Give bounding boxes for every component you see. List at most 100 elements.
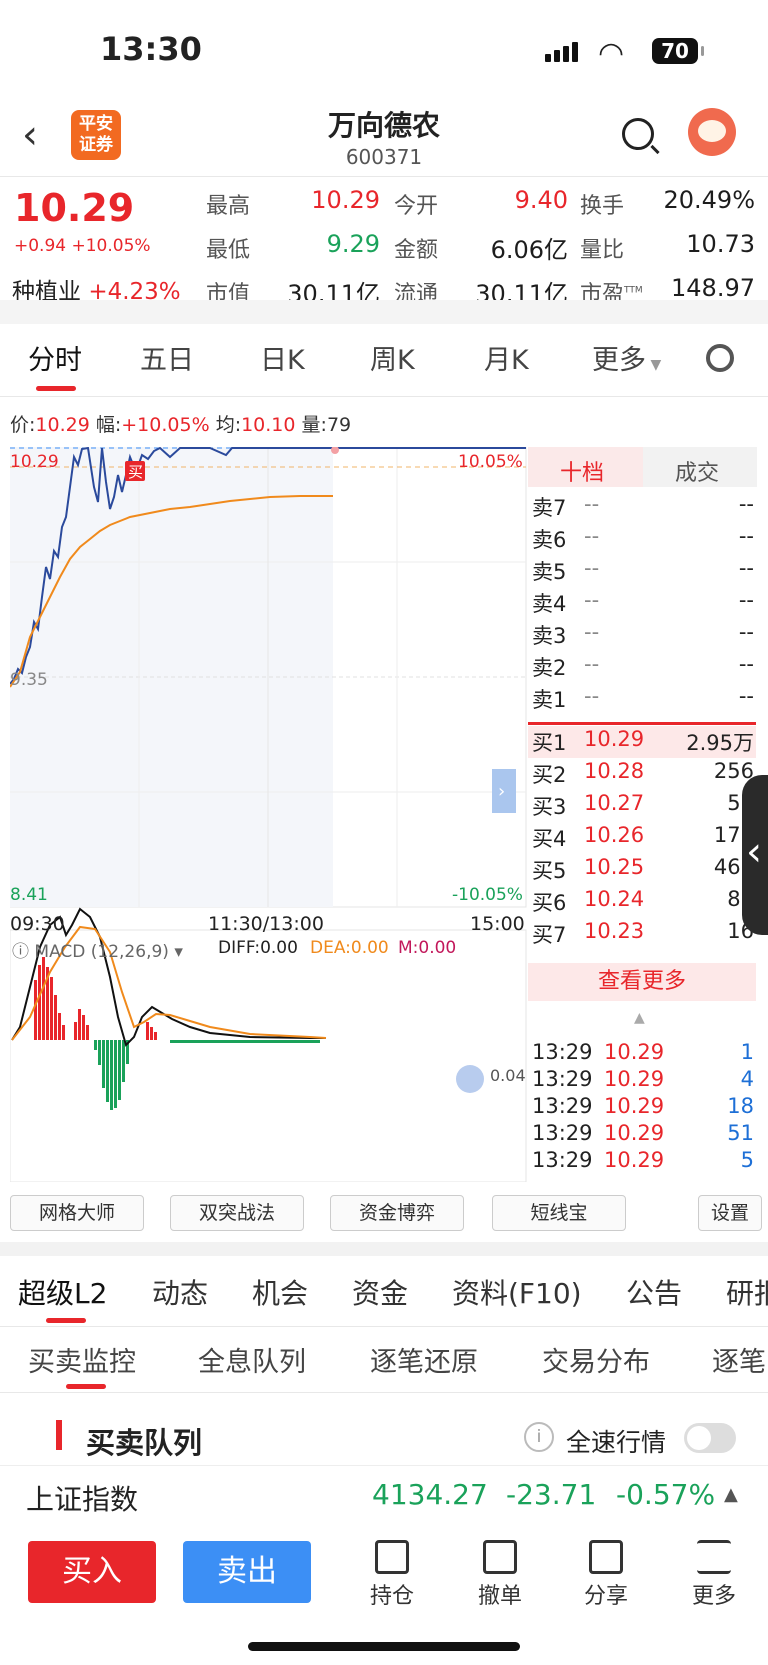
bid-row-price: 10.26 (584, 823, 645, 847)
tab-f10[interactable]: 资料(F10) (452, 1272, 582, 1312)
tab-trade-monitor[interactable]: 买卖监控 (28, 1340, 136, 1379)
macd-m: M:0.00 (398, 938, 457, 958)
ask-row-volume: -- (738, 620, 754, 644)
tab-research[interactable]: 研报 (726, 1272, 768, 1312)
tab-ten-levels[interactable]: 十档 (560, 455, 604, 487)
share-icon (589, 1540, 623, 1574)
tab-trades[interactable]: 成交 (675, 455, 719, 487)
tool-settings[interactable]: 设置 (698, 1195, 762, 1231)
intraday-chart[interactable]: 买 › (10, 447, 527, 1182)
bid-row: 买7 10.23 16 (532, 919, 756, 951)
ask-row: 卖3 -- -- (532, 620, 756, 652)
axis-top-left: 10.29 (10, 452, 59, 472)
vol-ratio-value: 10.73 (686, 230, 755, 258)
svg-text:买: 买 (128, 463, 143, 481)
tab2-indicator (46, 1318, 86, 1323)
avatar[interactable] (688, 108, 736, 156)
holdings-button[interactable]: 持仓 (352, 1540, 432, 1610)
collapse-icon[interactable]: ▲ (634, 1010, 645, 1026)
index-value: 4134.27 (372, 1478, 488, 1511)
trade-row-label: 13:29 (532, 1040, 593, 1064)
trade-row-label: 13:29 (532, 1094, 593, 1118)
time-start: 09:30 (10, 913, 65, 935)
tool-fund-game[interactable]: 资金博弈 (330, 1195, 464, 1231)
trade-row: 13:29 10.29 5 (532, 1148, 756, 1175)
trade-row-price: 10.29 (604, 1121, 665, 1145)
tab-announcements[interactable]: 公告 (626, 1272, 682, 1312)
svg-text:›: › (498, 781, 505, 802)
trade-row-volume: 1 (740, 1040, 754, 1064)
tab-intraday[interactable]: 分时 (28, 338, 82, 377)
trade-row: 13:29 10.29 51 (532, 1121, 756, 1148)
section-title: 买卖队列 (86, 1426, 203, 1460)
high-label: 最高 (206, 194, 251, 219)
index-name: 上证指数 (26, 1483, 139, 1516)
search-icon[interactable] (622, 118, 654, 150)
trade-row-price: 10.29 (604, 1148, 665, 1172)
trade-row-volume: 18 (727, 1094, 754, 1118)
ask-row-volume: -- (738, 684, 754, 708)
menu-icon (697, 1540, 731, 1574)
sell-button[interactable]: 卖出 (183, 1541, 311, 1603)
crosshair-info: 价:10.29 幅:+10.05% 均:10.10 量:79 (10, 414, 352, 436)
tab-opportunity[interactable]: 机会 (252, 1272, 308, 1312)
tab-dynamic[interactable]: 动态 (152, 1272, 208, 1312)
amount-value: 6.06亿 (490, 236, 568, 264)
bid-row: 买1 10.29 2.95万 (532, 727, 756, 759)
signal-icon (545, 42, 581, 62)
ask-row-price: -- (584, 684, 600, 708)
tool-grid-master[interactable]: 网格大师 (10, 1195, 144, 1231)
amount-label: 金额 (394, 238, 439, 263)
ask-row: 卖2 -- -- (532, 652, 756, 684)
price-change: +0.94 +10.05% (14, 236, 151, 256)
ask-row-label: 卖6 (532, 528, 567, 552)
low-label: 最低 (206, 238, 251, 263)
more-button[interactable]: 更多 (674, 1540, 754, 1610)
trade-row-label: 13:29 (532, 1148, 593, 1172)
bid-row-label: 买3 (532, 795, 567, 819)
tab-more[interactable]: 更多 ▼ (592, 338, 661, 377)
bid-row-price: 10.23 (584, 919, 645, 943)
ask-row-label: 卖3 (532, 624, 567, 648)
bid-row-label: 买2 (532, 763, 567, 787)
ask-row: 卖6 -- -- (532, 524, 756, 556)
cancel-order-button[interactable]: 撤单 (460, 1540, 540, 1610)
tab-funds[interactable]: 资金 (352, 1272, 408, 1312)
tab-daily-k[interactable]: 日K (260, 338, 305, 377)
tab-weekly-k[interactable]: 周K (370, 338, 415, 377)
tab-tick-replay[interactable]: 逐笔还原 (370, 1340, 478, 1379)
trade-row-price: 10.29 (604, 1067, 665, 1091)
tab-super-l2[interactable]: 超级L2 (18, 1272, 107, 1312)
tool-double-breakout[interactable]: 双突战法 (170, 1195, 304, 1231)
side-drawer-handle[interactable] (742, 775, 768, 935)
expand-up-icon[interactable]: ▲ (724, 1484, 738, 1505)
view-more-button[interactable]: 查看更多 (528, 963, 756, 1001)
gear-icon[interactable] (706, 344, 734, 372)
high-value: 10.29 (311, 186, 380, 214)
section-gap (0, 300, 768, 324)
ask-row: 卖7 -- -- (532, 492, 756, 524)
bid-row-label: 买6 (532, 891, 567, 915)
tab-tick-more[interactable]: 逐笔 (712, 1340, 768, 1379)
trade-row: 13:29 10.29 1 (532, 1040, 756, 1067)
trade-row-price: 10.29 (604, 1094, 665, 1118)
fast-quote-toggle[interactable] (684, 1423, 736, 1453)
ask-bid-separator (528, 722, 756, 725)
tool-short-line[interactable]: 短线宝 (492, 1195, 626, 1231)
buy-button[interactable]: 买入 (28, 1541, 156, 1603)
fullscreen-icon[interactable] (456, 1065, 484, 1093)
tab-five-day[interactable]: 五日 (140, 338, 194, 377)
tab-full-queue[interactable]: 全息队列 (198, 1340, 306, 1379)
bid-row: 买6 10.24 85 (532, 887, 756, 919)
share-button[interactable]: 分享 (566, 1540, 646, 1610)
bid-row-price: 10.29 (584, 727, 645, 751)
macd-selector[interactable]: ⓘ MACD (12,26,9) ▾ (12, 937, 183, 962)
turnover-label: 换手 (580, 194, 625, 219)
ask-row-label: 卖1 (532, 688, 567, 712)
trade-row: 13:29 10.29 4 (532, 1067, 756, 1094)
tab-monthly-k[interactable]: 月K (484, 338, 529, 377)
info-icon[interactable]: i (524, 1422, 554, 1452)
trade-row-volume: 51 (727, 1121, 754, 1145)
tab-trade-distribution[interactable]: 交易分布 (542, 1340, 650, 1379)
bid-list: 买1 10.29 2.95万 买2 10.28 256 买3 10.27 56 买4 10.26 17… (532, 727, 756, 951)
